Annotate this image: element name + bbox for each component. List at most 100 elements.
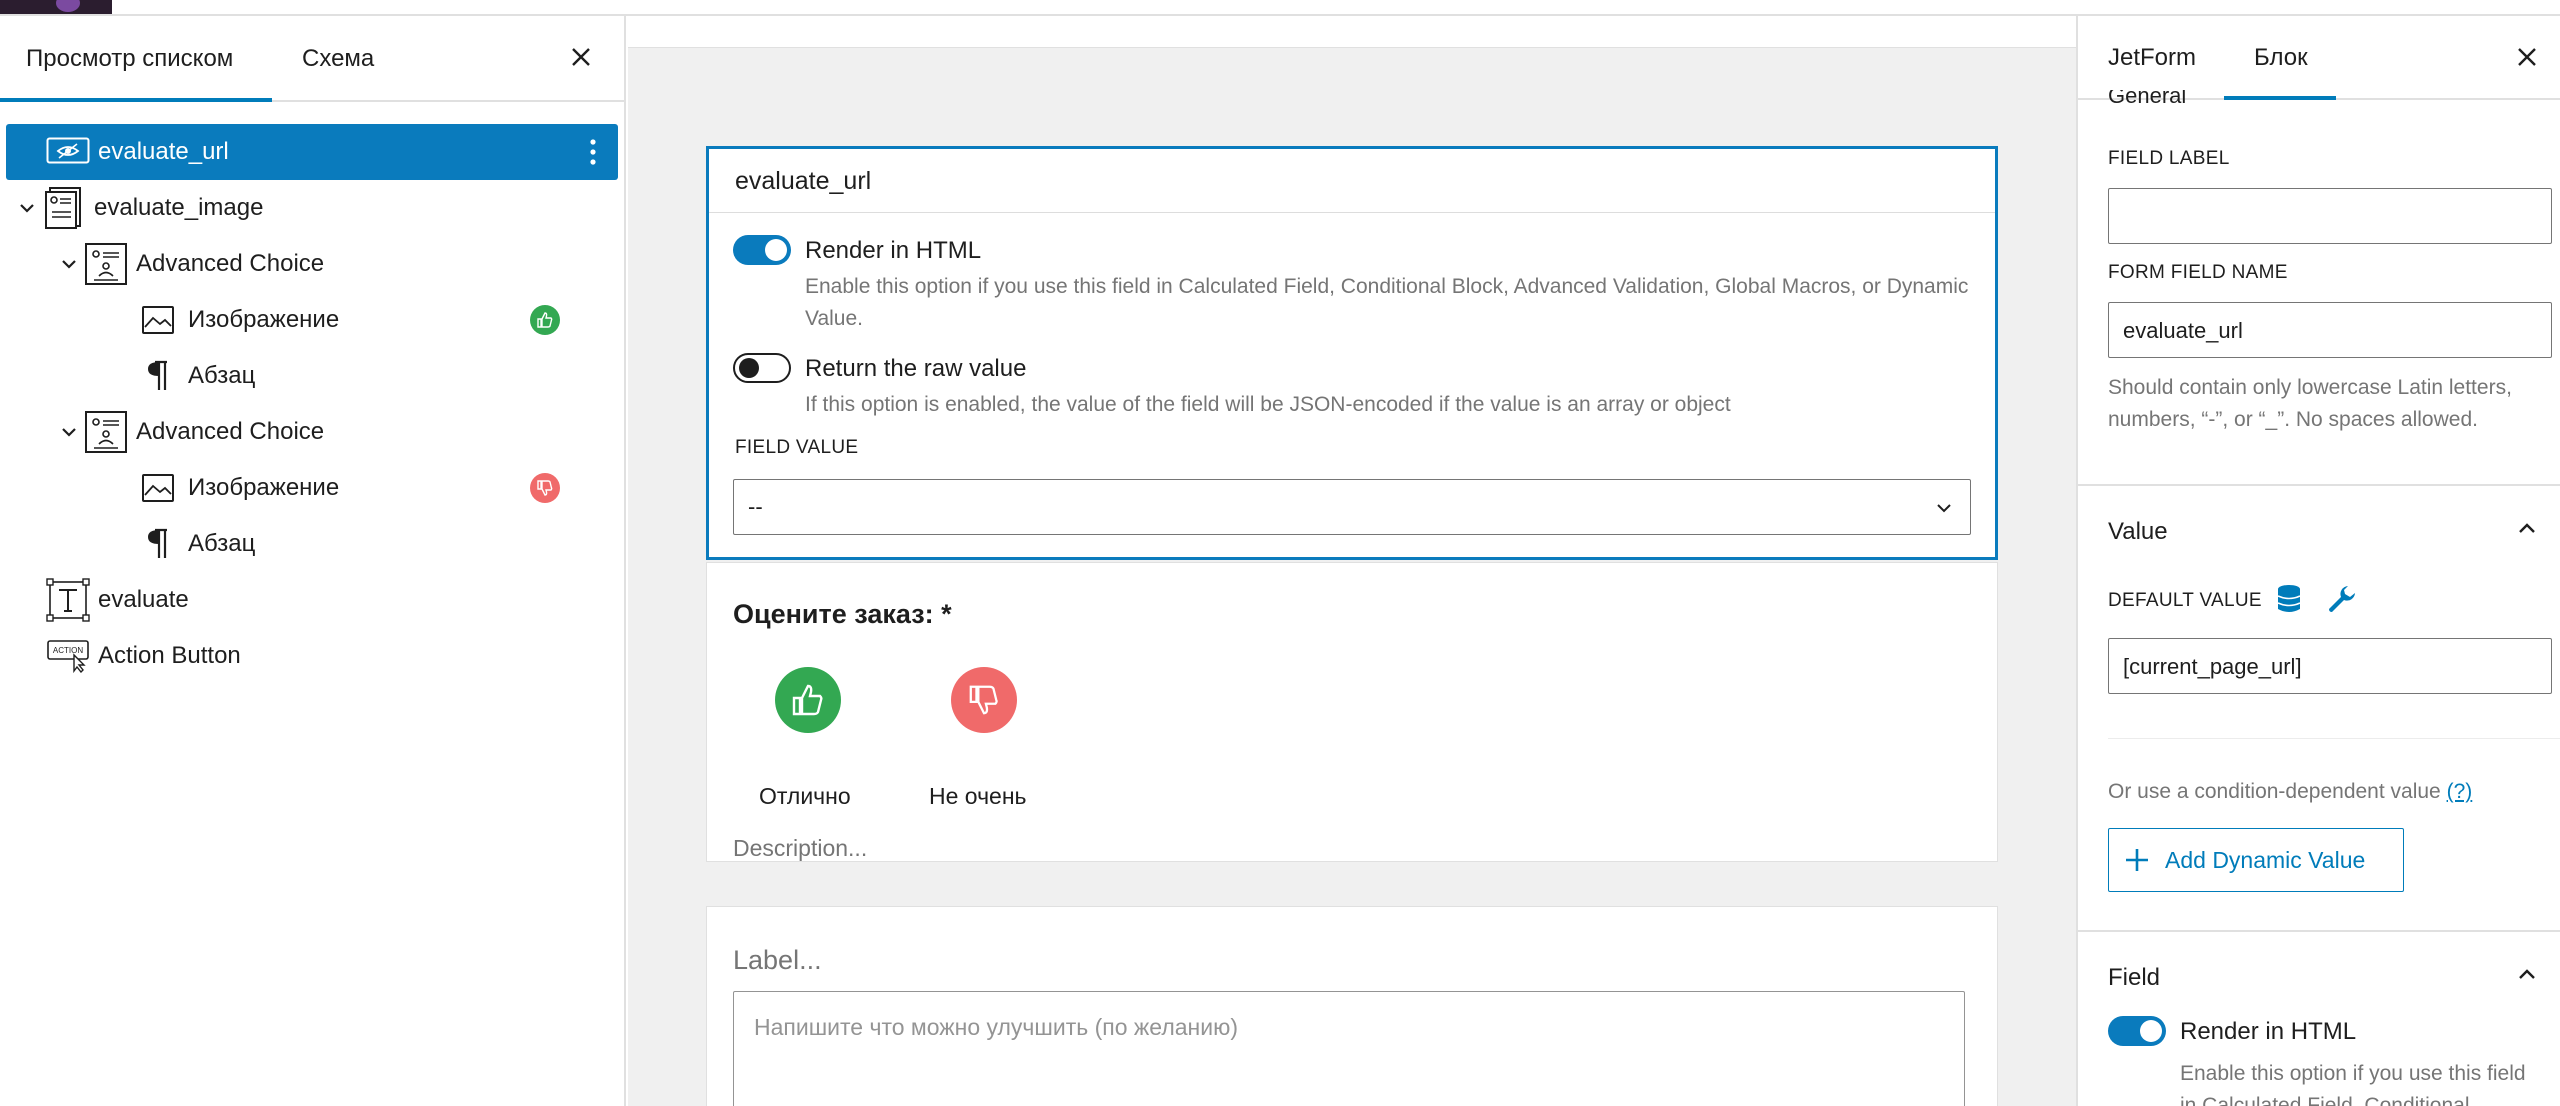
raw-value-toggle[interactable]: [733, 353, 791, 383]
tree-item-label: evaluate_image: [94, 194, 264, 221]
top-toolbar: [0, 0, 2560, 16]
evaluate-choice-block[interactable]: Оцените заказ: * Отлично Не очень Descri…: [706, 562, 1998, 862]
settings-sidebar: JetForm Блок General FIELD LABEL FORM FI…: [2076, 16, 2560, 1106]
avatar[interactable]: [0, 0, 112, 14]
condition-dependent-text: Or use a condition-dependent value (?): [2108, 776, 2560, 808]
more-options-icon[interactable]: [588, 137, 598, 167]
image-icon: [136, 298, 180, 342]
text-field-icon: [46, 578, 90, 622]
hidden-field-block[interactable]: evaluate_url Render in HTML Enable this …: [706, 146, 1998, 560]
tree-item-paragraph[interactable]: Абзац: [136, 348, 255, 404]
divider: [2078, 930, 2560, 932]
chevron-down-icon[interactable]: [54, 249, 84, 279]
thumbs-down-icon[interactable]: [951, 667, 1017, 733]
condition-text: Or use a condition-dependent value: [2108, 780, 2441, 803]
tree-item-label: Action Button: [98, 642, 241, 669]
chevron-down-icon[interactable]: [54, 417, 84, 447]
raw-value-help: If this option is enabled, the value of …: [805, 393, 1731, 416]
tree-item-image[interactable]: Изображение: [136, 292, 339, 348]
tree-item-evaluate[interactable]: evaluate: [46, 572, 189, 628]
form-field-name-input[interactable]: evaluate_url: [2108, 302, 2552, 358]
field-value-caption: FIELD VALUE: [735, 437, 859, 458]
choice-description[interactable]: Description...: [733, 835, 867, 862]
render-html-label: Render in HTML: [805, 237, 982, 264]
raw-value-label: Return the raw value: [805, 355, 1027, 382]
tree-item-advanced-choice[interactable]: Advanced Choice: [54, 236, 324, 292]
value-panel-title[interactable]: Value: [2108, 518, 2168, 546]
canvas-top-strip: [628, 16, 2076, 48]
divider: [2108, 738, 2560, 739]
choice-label-good: Отлично: [759, 783, 851, 809]
textarea-label[interactable]: Label...: [733, 945, 822, 976]
chevron-down-icon[interactable]: [12, 193, 42, 223]
paragraph-icon: [136, 354, 180, 398]
svg-text:ACTION: ACTION: [53, 646, 83, 655]
render-html-toggle[interactable]: [733, 235, 791, 265]
thumbs-up-icon[interactable]: [775, 667, 841, 733]
list-view-panel: Просмотр списком Схема evaluate_url eval…: [0, 16, 626, 1106]
tree-item-label: Advanced Choice: [136, 250, 325, 277]
general-heading: General: [2108, 90, 2187, 108]
wrench-icon[interactable]: [2324, 582, 2358, 616]
field-value-selected: --: [748, 494, 763, 519]
tab-block[interactable]: Блок: [2254, 16, 2308, 100]
add-dynamic-value-label: Add Dynamic Value: [2165, 846, 2366, 873]
chevron-up-icon[interactable]: [2512, 514, 2542, 544]
textarea-placeholder: Напишите что можно улучшить (по желанию): [754, 1014, 1238, 1040]
image-icon: [136, 466, 180, 510]
improvement-textarea[interactable]: Напишите что можно улучшить (по желанию): [733, 991, 1965, 1106]
field-render-html-toggle[interactable]: [2108, 1016, 2166, 1046]
tree-item-label: evaluate: [98, 586, 189, 613]
advanced-choice-icon: [84, 242, 128, 286]
default-value-input[interactable]: [current_page_url]: [2108, 638, 2552, 694]
choice-label-bad: Не очень: [929, 783, 1027, 809]
paragraph-icon: [136, 522, 180, 566]
tree-item-paragraph[interactable]: Абзац: [136, 516, 255, 572]
database-icon[interactable]: [2272, 582, 2306, 616]
condition-help-link[interactable]: (?): [2447, 780, 2473, 803]
plus-icon: [2126, 849, 2148, 871]
divider: [2078, 484, 2560, 486]
add-dynamic-value-button[interactable]: Add Dynamic Value: [2108, 828, 2404, 892]
field-panel-title[interactable]: Field: [2108, 964, 2160, 992]
tree-item-image[interactable]: Изображение: [136, 460, 339, 516]
close-icon[interactable]: [2512, 42, 2542, 72]
tree-item-label: Абзац: [188, 530, 256, 557]
chevron-down-icon: [1937, 504, 1951, 513]
thumbs-up-icon: [530, 305, 560, 335]
block-title: evaluate_url: [709, 149, 1995, 213]
tree-item-label: evaluate_url: [98, 138, 229, 165]
tab-outline[interactable]: Схема: [302, 16, 374, 102]
chevron-up-icon[interactable]: [2512, 960, 2542, 990]
field-render-html-label: Render in HTML: [2180, 1018, 2357, 1045]
tree-item-label: Advanced Choice: [136, 418, 325, 445]
tree-item-label: Изображение: [188, 306, 340, 333]
tree-item-evaluate-url[interactable]: evaluate_url: [6, 124, 618, 180]
close-icon[interactable]: [566, 42, 596, 72]
field-render-html-help: Enable this option if you use this field…: [2180, 1062, 2526, 1106]
tree-item-advanced-choice[interactable]: Advanced Choice: [54, 404, 324, 460]
tree-item-action-button[interactable]: ACTION Action Button: [46, 628, 241, 684]
default-value-caption: DEFAULT VALUE: [2108, 590, 2262, 611]
hidden-field-icon: [46, 130, 90, 174]
tree-item-evaluate-image[interactable]: evaluate_image: [12, 180, 263, 236]
active-tab-indicator: [2224, 96, 2336, 100]
field-label-input[interactable]: [2108, 188, 2552, 244]
active-tab-indicator: [0, 98, 272, 102]
field-value-select[interactable]: --: [733, 479, 1971, 535]
tab-jetform[interactable]: JetForm: [2108, 16, 2196, 100]
default-value-value: [current_page_url]: [2123, 654, 2302, 679]
tab-list-view[interactable]: Просмотр списком: [26, 16, 233, 102]
textarea-block[interactable]: Label... Напишите что можно улучшить (по…: [706, 906, 1998, 1106]
form-field-name-caption: FORM FIELD NAME: [2108, 262, 2288, 283]
choice-question: Оцените заказ: *: [733, 599, 952, 629]
action-button-icon: ACTION: [46, 634, 90, 678]
editor-canvas: evaluate_url Render in HTML Enable this …: [628, 16, 2076, 1106]
form-block-icon: [42, 186, 86, 230]
tree-item-label: Изображение: [188, 474, 340, 501]
field-label-caption: FIELD LABEL: [2108, 148, 2230, 169]
thumbs-down-icon: [530, 473, 560, 503]
advanced-choice-icon: [84, 410, 128, 454]
list-view-tabs: Просмотр списком Схема: [0, 16, 624, 102]
sidebar-tabs: JetForm Блок: [2078, 16, 2560, 100]
